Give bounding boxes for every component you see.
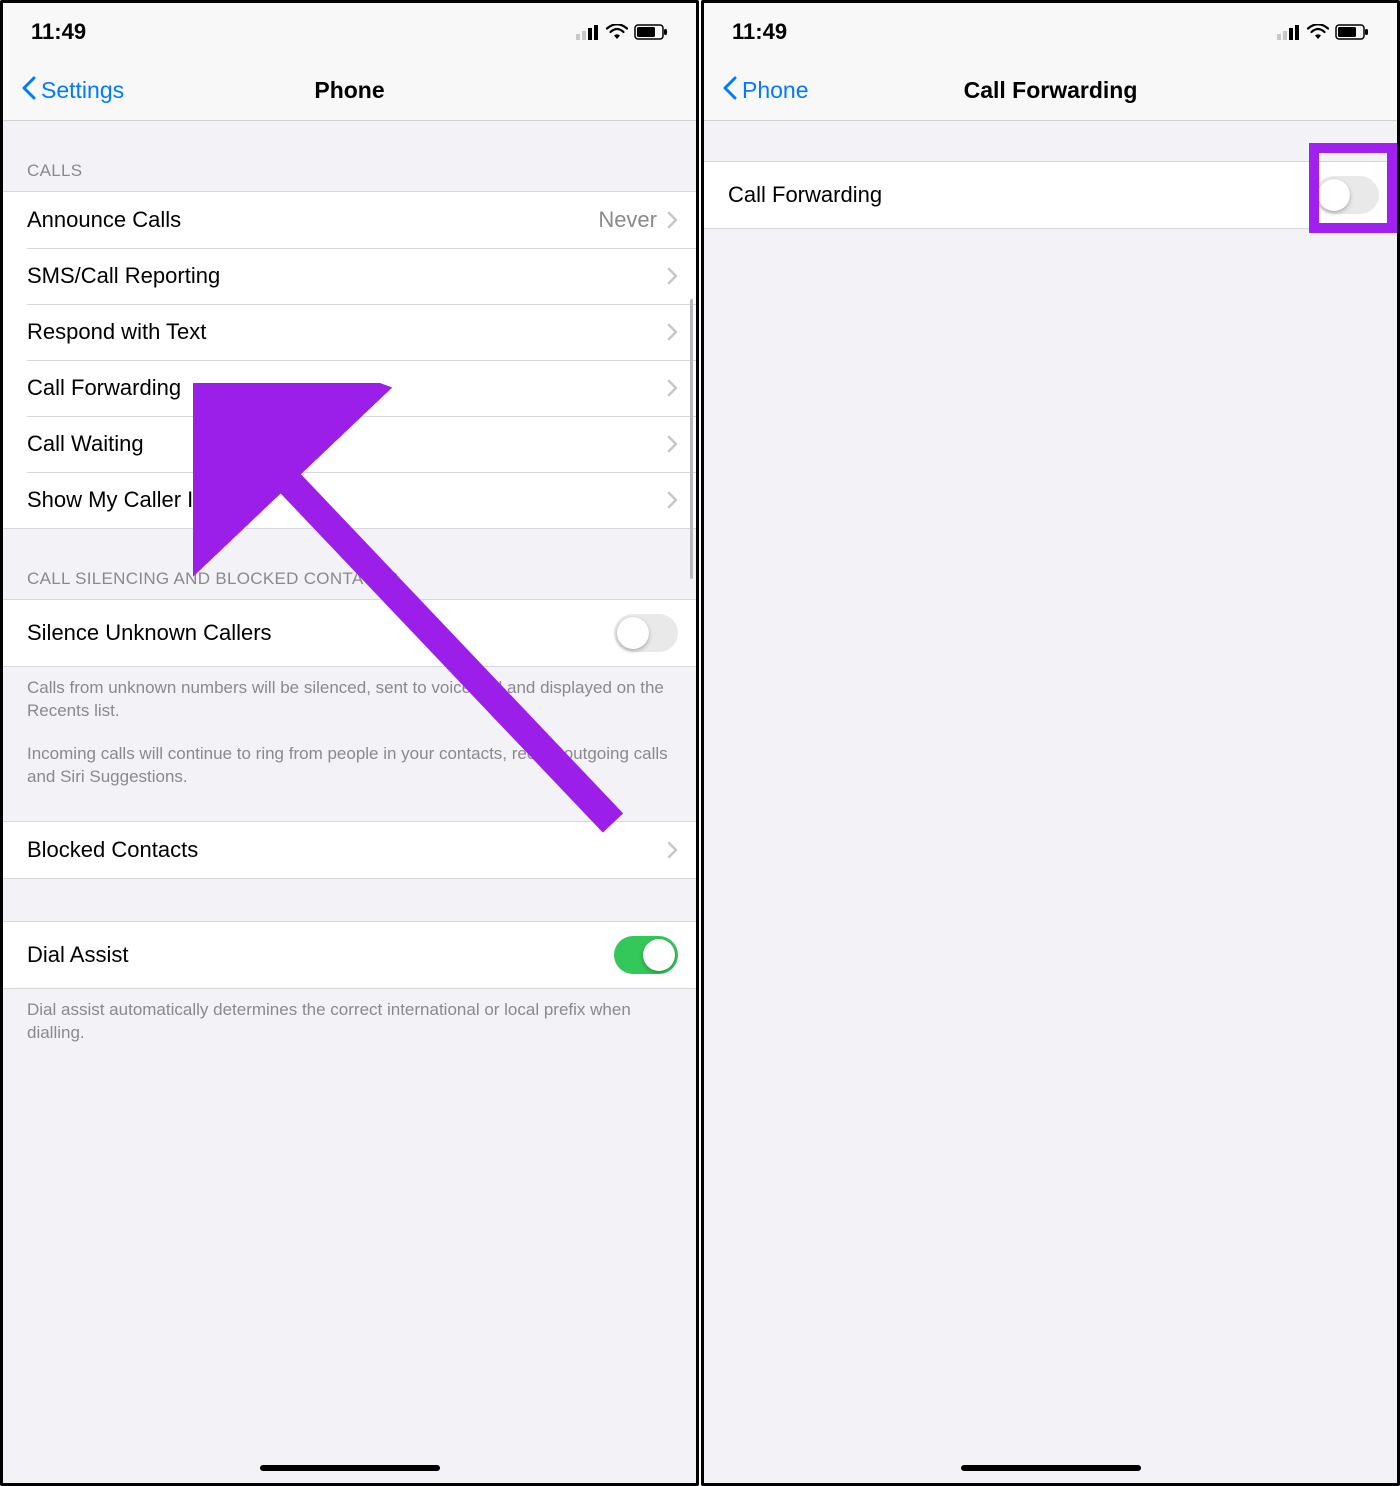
status-time: 11:49: [732, 19, 787, 45]
status-bar: 11:49: [3, 3, 696, 61]
cell-label: SMS/Call Reporting: [27, 263, 667, 289]
chevron-right-icon: [667, 211, 678, 229]
phone-screen-right: 11:49 Phone Call Forwarding Call Forward…: [701, 0, 1400, 1486]
cell-label: Call Waiting: [27, 431, 667, 457]
blocked-group: Blocked Contacts: [3, 821, 696, 879]
silence-footer-1: Calls from unknown numbers will be silen…: [3, 667, 696, 737]
cell-label: Dial Assist: [27, 942, 614, 968]
cell-value: Never: [598, 207, 657, 233]
cellular-icon: [1277, 24, 1301, 40]
chevron-left-icon: [21, 76, 41, 106]
cell-blocked-contacts[interactable]: Blocked Contacts: [3, 822, 696, 878]
back-label: Settings: [41, 77, 124, 104]
cell-call-waiting[interactable]: Call Waiting: [3, 416, 696, 472]
chevron-right-icon: [667, 491, 678, 509]
cell-silence-unknown-callers[interactable]: Silence Unknown Callers: [3, 600, 696, 666]
silence-footer-2: Incoming calls will continue to ring fro…: [3, 737, 696, 803]
cellular-icon: [576, 24, 600, 40]
cell-label: Blocked Contacts: [27, 837, 667, 863]
cell-respond-with-text[interactable]: Respond with Text: [3, 304, 696, 360]
dial-assist-group: Dial Assist: [3, 921, 696, 989]
cell-dial-assist[interactable]: Dial Assist: [3, 922, 696, 988]
cell-call-forwarding[interactable]: Call Forwarding: [3, 360, 696, 416]
cell-label: Silence Unknown Callers: [27, 620, 614, 646]
dial-assist-footer: Dial assist automatically determines the…: [3, 989, 696, 1059]
battery-icon: [1335, 24, 1369, 40]
back-button[interactable]: Phone: [722, 76, 809, 106]
toggle-dial-assist[interactable]: [614, 936, 678, 974]
chevron-right-icon: [667, 267, 678, 285]
cell-label: Call Forwarding: [728, 182, 1315, 208]
toggle-silence-unknown[interactable]: [614, 614, 678, 652]
chevron-right-icon: [667, 841, 678, 859]
section-header-silencing: CALL SILENCING AND BLOCKED CONTACTS: [3, 529, 696, 599]
status-bar: 11:49: [704, 3, 1397, 61]
battery-icon: [634, 24, 668, 40]
cell-label: Announce Calls: [27, 207, 598, 233]
chevron-left-icon: [722, 76, 742, 106]
status-indicators: [576, 24, 668, 40]
call-forwarding-group: Call Forwarding: [704, 161, 1397, 229]
nav-bar: Settings Phone: [3, 61, 696, 121]
cell-call-forwarding-toggle[interactable]: Call Forwarding: [704, 162, 1397, 228]
cell-label: Respond with Text: [27, 319, 667, 345]
phone-screen-left: 11:49 Settings Phone CALLS Announce Cal: [0, 0, 699, 1486]
home-indicator[interactable]: [961, 1465, 1141, 1471]
wifi-icon: [1307, 24, 1329, 40]
cell-label: Show My Caller ID: [27, 487, 667, 513]
nav-bar: Phone Call Forwarding: [704, 61, 1397, 121]
cell-announce-calls[interactable]: Announce Calls Never: [3, 192, 696, 248]
status-indicators: [1277, 24, 1369, 40]
cell-label: Call Forwarding: [27, 375, 667, 401]
scroll-indicator[interactable]: [690, 299, 693, 579]
wifi-icon: [606, 24, 628, 40]
settings-content: Call Forwarding: [704, 161, 1397, 229]
chevron-right-icon: [667, 379, 678, 397]
cell-show-my-caller-id[interactable]: Show My Caller ID: [3, 472, 696, 528]
back-button[interactable]: Settings: [21, 76, 124, 106]
toggle-call-forwarding[interactable]: [1315, 176, 1379, 214]
status-time: 11:49: [31, 19, 86, 45]
back-label: Phone: [742, 77, 809, 104]
section-header-calls: CALLS: [3, 121, 696, 191]
calls-group: Announce Calls Never SMS/Call Reporting …: [3, 191, 696, 529]
home-indicator[interactable]: [260, 1465, 440, 1471]
chevron-right-icon: [667, 323, 678, 341]
settings-content: CALLS Announce Calls Never SMS/Call Repo…: [3, 121, 696, 1059]
cell-sms-call-reporting[interactable]: SMS/Call Reporting: [3, 248, 696, 304]
silencing-group: Silence Unknown Callers: [3, 599, 696, 667]
chevron-right-icon: [667, 435, 678, 453]
